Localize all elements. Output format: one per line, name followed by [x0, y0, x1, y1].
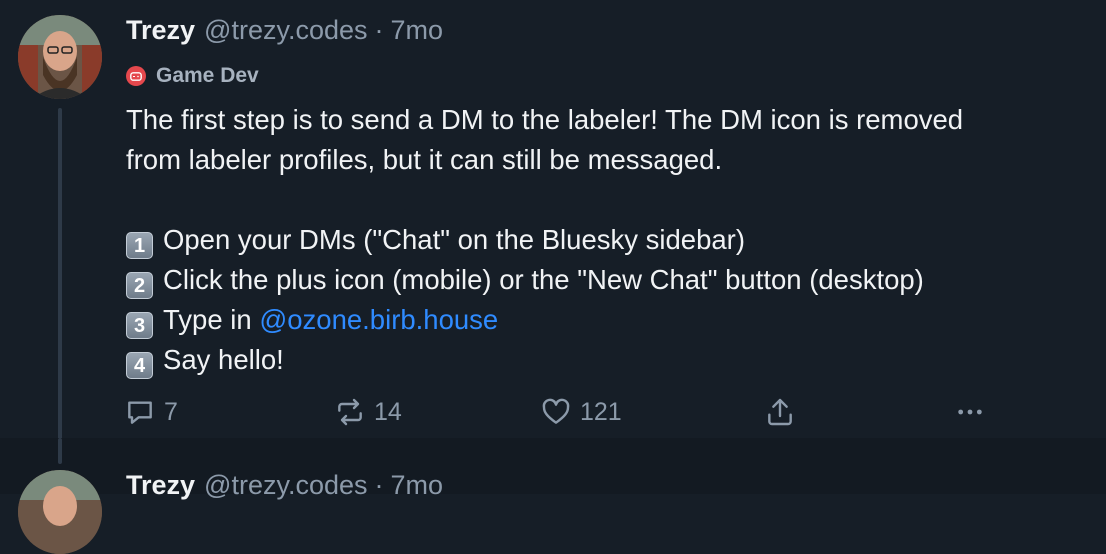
body-line: The first step is to send a DM to the la… — [126, 104, 964, 135]
author-handle[interactable]: @trezy.codes — [204, 15, 367, 46]
keycap-two-icon: 2 — [126, 272, 153, 299]
keycap-four-icon: 4 — [126, 352, 153, 379]
mention-link[interactable]: @ozone.birb.house — [259, 304, 498, 335]
feed-tag[interactable]: Game Dev — [126, 62, 259, 90]
avatar-image — [18, 15, 102, 99]
keycap-three-icon: 3 — [126, 312, 153, 339]
more-options-button[interactable] — [954, 394, 986, 430]
step-item: 3 Type in @ozone.birb.house — [126, 300, 1106, 340]
author-handle[interactable]: @trezy.codes — [204, 470, 367, 501]
repost-icon — [338, 398, 362, 426]
feed-label: Game Dev — [156, 64, 259, 87]
step-text: Type in — [163, 304, 260, 335]
avatar[interactable] — [18, 470, 102, 554]
author-name[interactable]: Trezy — [126, 15, 195, 46]
keycap-one-icon: 1 — [126, 232, 153, 259]
post-body: The first step is to send a DM to the la… — [126, 100, 1106, 380]
post-card[interactable]: Trezy @trezy.codes · 7mo Game Dev The fi… — [0, 0, 1106, 464]
ellipsis-icon — [958, 409, 982, 415]
share-button[interactable] — [764, 394, 796, 430]
post-actions: 7 14 121 — [124, 394, 1004, 430]
avatar[interactable] — [18, 15, 102, 99]
step-text: Say hello! — [163, 344, 284, 375]
gamepad-icon — [126, 66, 146, 86]
share-icon — [768, 398, 792, 426]
separator-dot: · — [374, 470, 384, 500]
step-text: Click the plus icon (mobile) or the "New… — [163, 264, 924, 295]
heart-icon — [542, 398, 570, 424]
reply-count: 7 — [164, 397, 178, 426]
author-name[interactable]: Trezy — [126, 470, 195, 501]
like-count: 121 — [580, 397, 622, 426]
next-post-header: Trezy @trezy.codes · 7mo — [126, 470, 443, 506]
thread-line — [58, 438, 62, 464]
reply-icon — [128, 401, 152, 424]
step-item: 2 Click the plus icon (mobile) or the "Ne… — [126, 260, 1106, 300]
separator-dot: · — [374, 15, 384, 45]
body-line: from labeler profiles, but it can still … — [126, 144, 723, 175]
avatar-image — [18, 470, 102, 554]
post-header: Trezy @trezy.codes · 7mo — [126, 15, 443, 51]
like-button[interactable]: 121 — [540, 394, 622, 430]
step-item: 1 Open your DMs ("Chat" on the Bluesky si… — [126, 220, 1106, 260]
repost-button[interactable]: 14 — [334, 394, 402, 430]
post-time[interactable]: 7mo — [391, 15, 444, 46]
repost-count: 14 — [374, 397, 402, 426]
reply-button[interactable]: 7 — [124, 394, 178, 430]
post-time[interactable]: 7mo — [391, 470, 444, 501]
step-item: 4 Say hello! — [126, 340, 1106, 380]
step-text: Open your DMs ("Chat" on the Bluesky sid… — [163, 224, 745, 255]
thread-line — [58, 108, 62, 464]
